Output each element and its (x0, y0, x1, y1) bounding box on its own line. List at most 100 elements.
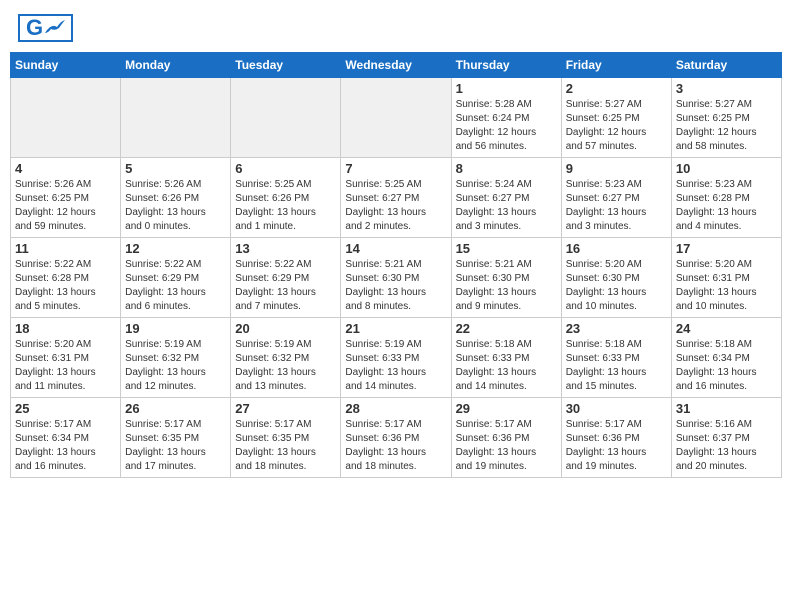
calendar-cell: 12 Sunrise: 5:22 AM Sunset: 6:29 PM Dayli… (121, 238, 231, 318)
calendar-cell: 26 Sunrise: 5:17 AM Sunset: 6:35 PM Dayli… (121, 398, 231, 478)
day-number: 3 (676, 81, 777, 96)
day-number: 4 (15, 161, 116, 176)
calendar-cell: 18Sunrise: 5:20 AM Sunset: 6:31 PM Dayli… (11, 318, 121, 398)
day-number: 8 (456, 161, 557, 176)
day-info: Sunrise: 5:16 AM Sunset: 6:37 PM Dayligh… (676, 418, 777, 474)
calendar-cell: 19 Sunrise: 5:19 AM Sunset: 6:32 PM Dayli… (121, 318, 231, 398)
day-number: 22 (456, 321, 557, 336)
calendar-cell: 4 Sunrise: 5:26 AM Sunset: 6:25 PM Daylig… (11, 158, 121, 238)
day-number: 9 (566, 161, 667, 176)
day-info: Sunrise: 5:18 AM Sunset: 6:34 PM Dayligh… (676, 338, 777, 394)
calendar-cell: 13 Sunrise: 5:22 AM Sunset: 6:29 PM Dayli… (231, 238, 341, 318)
day-info: Sunrise: 5:27 AM Sunset: 6:25 PM Dayligh… (676, 98, 777, 154)
day-info: Sunrise: 5:18 AM Sunset: 6:33 PM Dayligh… (566, 338, 667, 394)
logo: G (18, 14, 76, 42)
calendar-cell (231, 78, 341, 158)
col-header-thursday: Thursday (451, 53, 561, 78)
calendar-cell: 6Sunrise: 5:25 AM Sunset: 6:26 PM Daylig… (231, 158, 341, 238)
day-number: 29 (456, 401, 557, 416)
calendar-cell: 30 Sunrise: 5:17 AM Sunset: 6:36 PM Dayli… (561, 398, 671, 478)
day-number: 7 (345, 161, 446, 176)
calendar-cell: 15 Sunrise: 5:21 AM Sunset: 6:30 PM Dayli… (451, 238, 561, 318)
day-number: 5 (125, 161, 226, 176)
day-number: 15 (456, 241, 557, 256)
day-number: 28 (345, 401, 446, 416)
day-info: Sunrise: 5:22 AM Sunset: 6:29 PM Dayligh… (125, 258, 226, 314)
day-info: Sunrise: 5:26 AM Sunset: 6:25 PM Dayligh… (15, 178, 116, 234)
day-info: Sunrise: 5:17 AM Sunset: 6:36 PM Dayligh… (456, 418, 557, 474)
calendar-cell: 23 Sunrise: 5:18 AM Sunset: 6:33 PM Dayli… (561, 318, 671, 398)
day-number: 25 (15, 401, 116, 416)
calendar-cell: 14 Sunrise: 5:21 AM Sunset: 6:30 PM Dayli… (341, 238, 451, 318)
calendar-cell: 25 Sunrise: 5:17 AM Sunset: 6:34 PM Dayli… (11, 398, 121, 478)
day-number: 1 (456, 81, 557, 96)
col-header-sunday: Sunday (11, 53, 121, 78)
day-info: Sunrise: 5:17 AM Sunset: 6:35 PM Dayligh… (235, 418, 336, 474)
day-info: Sunrise: 5:21 AM Sunset: 6:30 PM Dayligh… (456, 258, 557, 314)
day-info: Sunrise: 5:27 AM Sunset: 6:25 PM Dayligh… (566, 98, 667, 154)
day-info: Sunrise: 5:20 AM Sunset: 6:31 PM Dayligh… (676, 258, 777, 314)
calendar-cell: 9 Sunrise: 5:23 AM Sunset: 6:27 PM Daylig… (561, 158, 671, 238)
day-number: 21 (345, 321, 446, 336)
day-number: 24 (676, 321, 777, 336)
calendar-cell: 24 Sunrise: 5:18 AM Sunset: 6:34 PM Dayli… (671, 318, 781, 398)
day-number: 14 (345, 241, 446, 256)
day-number: 20 (235, 321, 336, 336)
day-info: Sunrise: 5:19 AM Sunset: 6:33 PM Dayligh… (345, 338, 446, 394)
day-number: 31 (676, 401, 777, 416)
calendar-cell: 21 Sunrise: 5:19 AM Sunset: 6:33 PM Dayli… (341, 318, 451, 398)
day-number: 26 (125, 401, 226, 416)
day-number: 30 (566, 401, 667, 416)
calendar-cell (121, 78, 231, 158)
day-number: 16 (566, 241, 667, 256)
day-number: 13 (235, 241, 336, 256)
calendar-cell: 1 Sunrise: 5:28 AM Sunset: 6:24 PM Daylig… (451, 78, 561, 158)
day-info: Sunrise: 5:18 AM Sunset: 6:33 PM Dayligh… (456, 338, 557, 394)
day-info: Sunrise: 5:21 AM Sunset: 6:30 PM Dayligh… (345, 258, 446, 314)
calendar-cell: 28 Sunrise: 5:17 AM Sunset: 6:36 PM Dayli… (341, 398, 451, 478)
day-info: Sunrise: 5:24 AM Sunset: 6:27 PM Dayligh… (456, 178, 557, 234)
day-number: 10 (676, 161, 777, 176)
calendar-cell: 22 Sunrise: 5:18 AM Sunset: 6:33 PM Dayli… (451, 318, 561, 398)
col-header-monday: Monday (121, 53, 231, 78)
day-info: Sunrise: 5:20 AM Sunset: 6:30 PM Dayligh… (566, 258, 667, 314)
day-info: Sunrise: 5:23 AM Sunset: 6:27 PM Dayligh… (566, 178, 667, 234)
calendar-cell: 31 Sunrise: 5:16 AM Sunset: 6:37 PM Dayli… (671, 398, 781, 478)
day-number: 27 (235, 401, 336, 416)
day-info: Sunrise: 5:19 AM Sunset: 6:32 PM Dayligh… (235, 338, 336, 394)
calendar-cell: 7 Sunrise: 5:25 AM Sunset: 6:27 PM Daylig… (341, 158, 451, 238)
col-header-saturday: Saturday (671, 53, 781, 78)
calendar-cell: 11 Sunrise: 5:22 AM Sunset: 6:28 PM Dayli… (11, 238, 121, 318)
calendar-cell: 8 Sunrise: 5:24 AM Sunset: 6:27 PM Daylig… (451, 158, 561, 238)
day-info: Sunrise: 5:22 AM Sunset: 6:28 PM Dayligh… (15, 258, 116, 314)
day-number: 23 (566, 321, 667, 336)
day-number: 11 (15, 241, 116, 256)
day-number: 12 (125, 241, 226, 256)
day-info: Sunrise: 5:17 AM Sunset: 6:36 PM Dayligh… (345, 418, 446, 474)
calendar-cell: 10 Sunrise: 5:23 AM Sunset: 6:28 PM Dayli… (671, 158, 781, 238)
day-info: Sunrise: 5:17 AM Sunset: 6:34 PM Dayligh… (15, 418, 116, 474)
day-info: Sunrise: 5:23 AM Sunset: 6:28 PM Dayligh… (676, 178, 777, 234)
calendar-cell: 27 Sunrise: 5:17 AM Sunset: 6:35 PM Dayli… (231, 398, 341, 478)
day-info: Sunrise: 5:28 AM Sunset: 6:24 PM Dayligh… (456, 98, 557, 154)
day-info: Sunrise: 5:26 AM Sunset: 6:26 PM Dayligh… (125, 178, 226, 234)
calendar-cell: 5 Sunrise: 5:26 AM Sunset: 6:26 PM Daylig… (121, 158, 231, 238)
logo-general: G (26, 17, 43, 39)
calendar-cell: 3 Sunrise: 5:27 AM Sunset: 6:25 PM Daylig… (671, 78, 781, 158)
day-number: 17 (676, 241, 777, 256)
calendar-cell: 2 Sunrise: 5:27 AM Sunset: 6:25 PM Daylig… (561, 78, 671, 158)
day-info: Sunrise: 5:17 AM Sunset: 6:35 PM Dayligh… (125, 418, 226, 474)
day-info: Sunrise: 5:17 AM Sunset: 6:36 PM Dayligh… (566, 418, 667, 474)
day-info: Sunrise: 5:19 AM Sunset: 6:32 PM Dayligh… (125, 338, 226, 394)
calendar-cell: 16 Sunrise: 5:20 AM Sunset: 6:30 PM Dayli… (561, 238, 671, 318)
day-number: 2 (566, 81, 667, 96)
col-header-friday: Friday (561, 53, 671, 78)
calendar-cell (11, 78, 121, 158)
day-info: Sunrise: 5:25 AM Sunset: 6:27 PM Dayligh… (345, 178, 446, 234)
calendar-cell: 20 Sunrise: 5:19 AM Sunset: 6:32 PM Dayli… (231, 318, 341, 398)
header: G (10, 10, 782, 46)
day-number: 19 (125, 321, 226, 336)
day-number: 18 (15, 321, 116, 336)
col-header-wednesday: Wednesday (341, 53, 451, 78)
day-info: Sunrise: 5:22 AM Sunset: 6:29 PM Dayligh… (235, 258, 336, 314)
